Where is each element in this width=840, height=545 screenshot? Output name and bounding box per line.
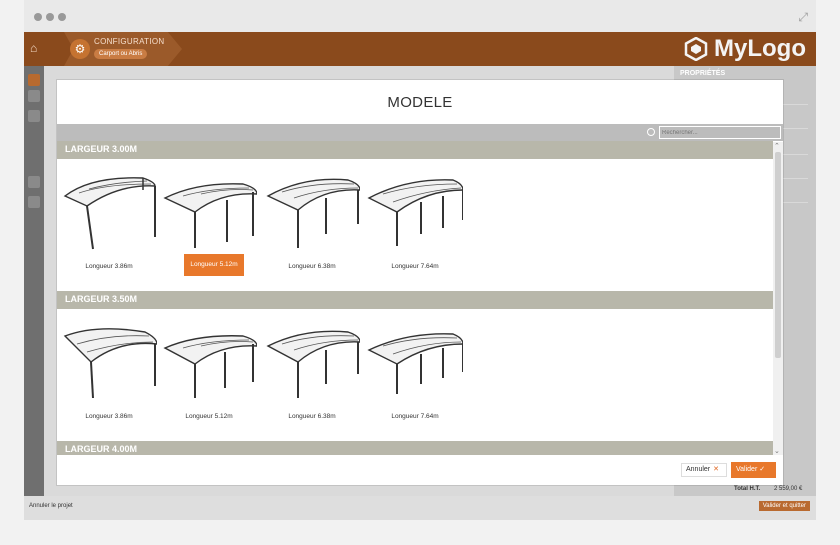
model-item-label: Longueur 7.64m bbox=[391, 413, 439, 420]
window-dot[interactable] bbox=[34, 13, 42, 21]
validate-button-label: Valider bbox=[736, 466, 758, 473]
section-header: LARGEUR 3.00M bbox=[57, 141, 773, 159]
model-item-label: Longueur 3.86m bbox=[85, 413, 133, 420]
model-item-label: Longueur 6.38m bbox=[288, 263, 336, 270]
carport-image bbox=[266, 330, 360, 398]
model-item-label: Longueur 5.12m bbox=[185, 413, 233, 420]
tool-3d-button[interactable] bbox=[28, 74, 40, 86]
scroll-down-icon[interactable]: ⌄ bbox=[774, 447, 780, 455]
modal-title: MODELE bbox=[387, 94, 453, 111]
carport-image bbox=[163, 183, 257, 248]
model-item-label: Longueur 6.38m bbox=[288, 413, 336, 420]
carport-image bbox=[266, 178, 360, 248]
left-toolbar bbox=[24, 66, 44, 496]
model-item[interactable]: Longueur 6.38m bbox=[264, 172, 360, 272]
search-bar bbox=[57, 124, 783, 141]
model-item[interactable]: Longueur 6.38m bbox=[264, 322, 360, 422]
carport-image bbox=[367, 333, 463, 394]
window-dot[interactable] bbox=[46, 13, 54, 21]
validate-and-exit-button[interactable]: Valider et quitter bbox=[758, 501, 810, 511]
carport-image bbox=[63, 177, 156, 250]
section-title: LARGEUR 4.00M bbox=[65, 444, 138, 454]
total-label: Total H.T. bbox=[734, 486, 761, 492]
model-item-label: Longueur 5.12m bbox=[184, 254, 244, 276]
search-input[interactable] bbox=[659, 126, 781, 139]
section-header: LARGEUR 4.00M bbox=[57, 441, 773, 455]
cancel-button-label: Annuler bbox=[686, 466, 711, 473]
scroll-thumb[interactable] bbox=[775, 152, 781, 358]
section-header: LARGEUR 3.50M bbox=[57, 291, 773, 309]
cancel-x-icon: ✕ bbox=[713, 466, 720, 473]
cancel-project-button[interactable]: Annuler le projet bbox=[29, 503, 73, 509]
model-item-selected[interactable]: Longueur 5.12m bbox=[161, 172, 257, 276]
logo-icon bbox=[684, 37, 708, 61]
bottom-bar: Annuler le projet Valider et quitter bbox=[24, 496, 816, 520]
window-titlebar: ⤢ bbox=[24, 0, 816, 32]
section-title: LARGEUR 3.50M bbox=[65, 294, 138, 304]
logo-text: MyLogo bbox=[714, 35, 806, 62]
tool-button[interactable] bbox=[28, 110, 40, 122]
scroll-up-icon[interactable]: ⌃ bbox=[774, 142, 780, 150]
carport-image bbox=[163, 335, 257, 398]
breadcrumb-subtitle: Carport ou Abris bbox=[94, 49, 148, 59]
model-item[interactable]: Longueur 3.86m bbox=[61, 172, 157, 272]
model-item[interactable]: Longueur 5.12m bbox=[161, 322, 257, 422]
search-icon bbox=[647, 128, 655, 136]
validate-button[interactable]: Valider ✓ bbox=[731, 462, 776, 478]
carport-image bbox=[63, 328, 157, 399]
gear-icon: ⚙ bbox=[70, 39, 90, 59]
section-title: LARGEUR 3.00M bbox=[65, 144, 138, 154]
home-icon[interactable]: ⌂ bbox=[30, 41, 37, 55]
app-header: ⌂ ⚙ CONFIGURATION Carport ou Abris MyLog… bbox=[24, 32, 816, 66]
check-icon: ✓ bbox=[759, 466, 766, 473]
model-modal: MODELE LARGEUR 3.00M Longueur 3.86m Long… bbox=[57, 80, 783, 485]
model-item[interactable]: Longueur 7.64m bbox=[367, 322, 463, 422]
cancel-button[interactable]: Annuler ✕ bbox=[681, 463, 727, 477]
properties-title: PROPRIÉTÉS bbox=[680, 70, 726, 77]
total-value: 2 559,00 € bbox=[774, 486, 803, 492]
model-item-label: Longueur 7.64m bbox=[391, 263, 439, 270]
breadcrumb-title: CONFIGURATION bbox=[94, 37, 165, 46]
model-item-label: Longueur 3.86m bbox=[85, 263, 133, 270]
tool-button[interactable] bbox=[28, 90, 40, 102]
model-item[interactable]: Longueur 3.86m bbox=[61, 322, 157, 422]
logo: MyLogo bbox=[684, 35, 806, 63]
model-item[interactable]: Longueur 7.64m bbox=[367, 172, 463, 272]
carport-image bbox=[367, 179, 463, 246]
window-dot[interactable] bbox=[58, 13, 66, 21]
scrollbar[interactable]: ⌃ ⌄ bbox=[773, 142, 783, 455]
tool-button[interactable] bbox=[28, 176, 40, 188]
tool-button[interactable] bbox=[28, 196, 40, 208]
expand-icon[interactable]: ⤢ bbox=[798, 10, 808, 25]
